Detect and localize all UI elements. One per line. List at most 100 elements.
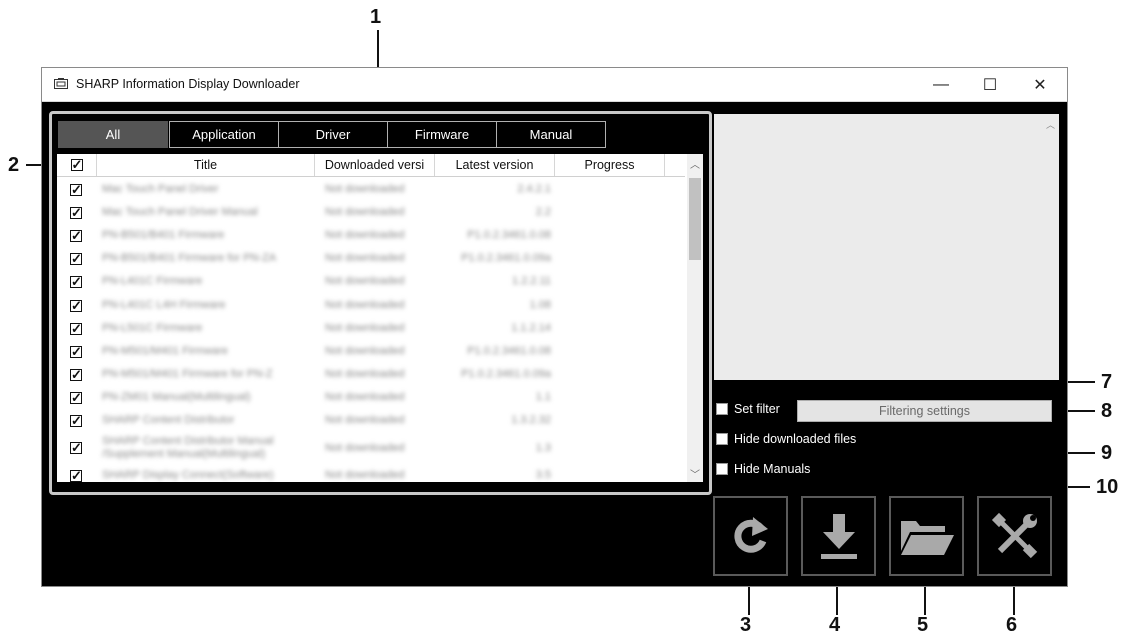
row-latest-version: 1.2.2.11 bbox=[512, 275, 551, 288]
table-row[interactable]: ✓ SHARP Display Connect(Software) Not down… bbox=[57, 464, 685, 482]
table-row[interactable]: ✓ PN-L501C Firmware Not downloaded 1.1.2.14 bbox=[57, 317, 685, 340]
hide-manuals-checkbox[interactable] bbox=[716, 463, 728, 475]
table-row[interactable]: ✓ PN-B501/B401 Firmware for PN-ZA Not down… bbox=[57, 247, 685, 270]
row-checkbox[interactable]: ✓ bbox=[70, 441, 82, 455]
row-checkbox[interactable]: ✓ bbox=[70, 206, 82, 220]
filtering-settings-button[interactable]: Filtering settings bbox=[797, 400, 1052, 422]
window-title: SHARP Information Display Downloader bbox=[76, 77, 300, 91]
vertical-scrollbar[interactable]: ︿ ﹀ bbox=[687, 154, 703, 482]
refresh-button[interactable] bbox=[713, 496, 788, 576]
row-checkbox[interactable]: ✓ bbox=[70, 368, 82, 381]
table-row[interactable]: ✓ PN-M501/M401 Firmware Not downloaded P1.0… bbox=[57, 340, 685, 363]
open-folder-button[interactable] bbox=[889, 496, 964, 576]
scrollbar-thumb[interactable] bbox=[689, 178, 701, 260]
row-downloaded-version: Not downloaded bbox=[325, 442, 405, 455]
row-latest-version: 3.5 bbox=[535, 469, 551, 482]
row-title: PN-M501/M401 Firmware for PN-Z bbox=[102, 367, 273, 380]
folder-icon bbox=[900, 521, 954, 555]
row-latest-version: P1.0.2.3461.0.08 bbox=[467, 344, 551, 357]
row-title: SHARP Content Distributor Manual bbox=[102, 435, 274, 448]
row-title: SHARP Display Connect(Software) bbox=[102, 469, 274, 482]
row-downloaded-version: Not downloaded bbox=[325, 229, 405, 242]
row-title: PN-ZM01 Manual(Multilingual) bbox=[102, 390, 251, 403]
row-latest-version: 1.3 bbox=[535, 442, 551, 455]
file-table: ✓ Title Downloaded versi Latest version … bbox=[57, 154, 703, 482]
row-latest-version: 1.08 bbox=[529, 298, 551, 311]
maximize-button[interactable]: ☐ bbox=[967, 68, 1013, 101]
set-filter-option[interactable]: Set filter bbox=[716, 402, 796, 418]
row-checkbox[interactable]: ✓ bbox=[70, 391, 82, 404]
row-checkbox[interactable]: ✓ bbox=[70, 229, 82, 243]
table-row[interactable]: ✓ SHARP Content Distributor Not downloaded… bbox=[57, 409, 685, 432]
table-row[interactable]: ✓ PN-L401C L4H Firmware Not downloaded 1.08 bbox=[57, 294, 685, 317]
column-downloaded-version[interactable]: Downloaded versi bbox=[315, 154, 435, 176]
tab-firmware[interactable]: Firmware bbox=[387, 121, 497, 148]
row-checkbox[interactable]: ✓ bbox=[70, 275, 82, 289]
table-row[interactable]: ✓ SHARP Content Distributor Manual/Supple… bbox=[57, 432, 685, 464]
row-checkbox[interactable]: ✓ bbox=[70, 183, 82, 196]
row-checkbox[interactable]: ✓ bbox=[70, 469, 82, 482]
row-downloaded-version: Not downloaded bbox=[325, 183, 405, 195]
callout-7: 7 bbox=[1101, 371, 1113, 393]
row-downloaded-version: Not downloaded bbox=[325, 298, 405, 311]
callout-1: 1 bbox=[370, 6, 382, 28]
hide-downloaded-label: Hide downloaded files bbox=[734, 432, 857, 446]
minimize-button[interactable]: — bbox=[918, 68, 964, 101]
callout-6: 6 bbox=[1006, 614, 1018, 636]
table-row[interactable]: ✓ PN-L401C Firmware Not downloaded 1.2.2.11 bbox=[57, 270, 685, 293]
tab-all[interactable]: All bbox=[58, 121, 168, 148]
row-checkbox[interactable]: ✓ bbox=[70, 299, 82, 312]
row-downloaded-version: Not downloaded bbox=[325, 206, 405, 219]
table-row[interactable]: ✓ PN-B501/B401 Firmware Not downloaded P1.0… bbox=[57, 224, 685, 247]
table-row[interactable]: ✓ Mac Touch Panel Driver Not downloaded 2.4… bbox=[57, 178, 685, 201]
row-latest-version: 2.4.2.1 bbox=[517, 183, 551, 195]
hide-downloaded-checkbox[interactable] bbox=[716, 433, 728, 445]
row-downloaded-version: Not downloaded bbox=[325, 469, 405, 482]
preview-scroll-up-icon[interactable]: ︿ bbox=[1046, 118, 1055, 131]
column-progress[interactable]: Progress bbox=[555, 154, 665, 176]
row-latest-version: P1.0.2.3461.0.08 bbox=[467, 229, 551, 242]
column-title[interactable]: Title bbox=[97, 154, 315, 176]
callout-2: 2 bbox=[8, 154, 20, 176]
tab-driver[interactable]: Driver bbox=[278, 121, 388, 148]
tab-application[interactable]: Application bbox=[169, 121, 279, 148]
row-latest-version: 2.2 bbox=[535, 206, 551, 219]
title-bar: SHARP Information Display Downloader — ☐… bbox=[42, 68, 1067, 102]
row-title: PN-B501/B401 Firmware for PN-ZA bbox=[102, 252, 277, 265]
row-checkbox[interactable]: ✓ bbox=[70, 252, 82, 266]
row-checkbox[interactable]: ✓ bbox=[70, 414, 82, 427]
callout-8: 8 bbox=[1101, 400, 1113, 422]
row-title: Mac Touch Panel Driver Manual bbox=[102, 206, 258, 219]
set-filter-checkbox[interactable] bbox=[716, 403, 728, 415]
row-checkbox[interactable]: ✓ bbox=[70, 322, 82, 335]
callout-5: 5 bbox=[917, 614, 929, 636]
hide-manuals-option[interactable]: Hide Manuals bbox=[716, 462, 866, 478]
table-header: ✓ Title Downloaded versi Latest version … bbox=[57, 154, 685, 177]
tools-icon bbox=[991, 512, 1037, 559]
row-title: SHARP Content Distributor bbox=[102, 414, 235, 426]
file-list-panel: All Application Driver Firmware Manual ✓… bbox=[49, 111, 712, 495]
settings-button[interactable] bbox=[977, 496, 1052, 576]
row-title: PN-L401C L4H Firmware bbox=[102, 298, 226, 311]
hide-downloaded-option[interactable]: Hide downloaded files bbox=[716, 432, 916, 448]
row-downloaded-version: Not downloaded bbox=[325, 367, 405, 380]
scroll-down-icon[interactable]: ﹀ bbox=[687, 466, 703, 481]
set-filter-label: Set filter bbox=[734, 402, 780, 416]
row-checkbox[interactable]: ✓ bbox=[70, 345, 82, 358]
close-button[interactable]: ✕ bbox=[1017, 68, 1063, 101]
download-button[interactable] bbox=[801, 496, 876, 576]
table-row[interactable]: ✓ PN-M501/M401 Firmware for PN-Z Not downl… bbox=[57, 363, 685, 386]
callout-9: 9 bbox=[1101, 442, 1113, 464]
row-downloaded-version: Not downloaded bbox=[325, 252, 405, 265]
select-all-checkbox[interactable]: ✓ bbox=[70, 158, 83, 171]
scroll-up-icon[interactable]: ︿ bbox=[687, 156, 703, 171]
column-latest-version[interactable]: Latest version bbox=[435, 154, 555, 176]
tab-manual[interactable]: Manual bbox=[496, 121, 606, 148]
preview-area: ︿ bbox=[714, 114, 1059, 380]
row-downloaded-version: Not downloaded bbox=[325, 275, 405, 288]
callout-3: 3 bbox=[740, 614, 752, 636]
row-title: PN-L401C Firmware bbox=[102, 275, 203, 288]
table-row[interactable]: ✓ PN-ZM01 Manual(Multilingual) Not downloa… bbox=[57, 386, 685, 409]
callout-4: 4 bbox=[829, 614, 841, 636]
table-row[interactable]: ✓ Mac Touch Panel Driver Manual Not downlo… bbox=[57, 201, 685, 224]
